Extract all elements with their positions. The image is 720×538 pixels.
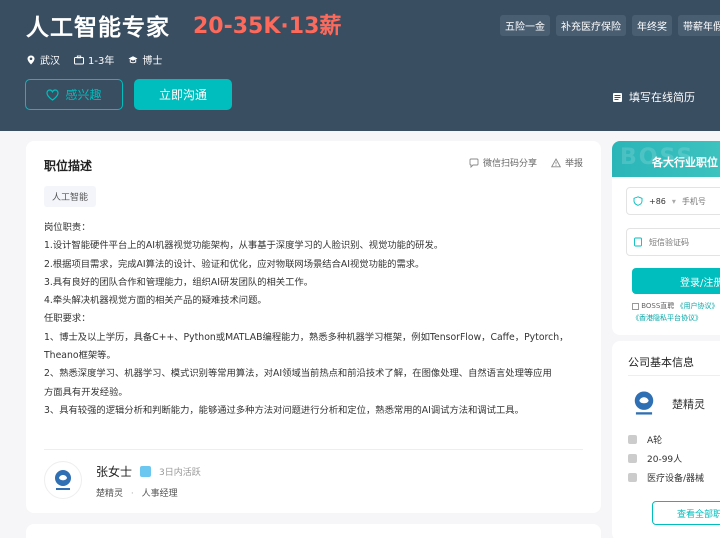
resume-label: 填写在线简历: [629, 91, 695, 104]
view-all-jobs-button[interactable]: 查看全部职位: [652, 501, 720, 525]
section-title: 职位描述: [44, 159, 93, 173]
degree-info: 博士: [128, 52, 162, 67]
register-header: BOSS 各大行业职位: [612, 141, 720, 177]
sms-code-field[interactable]: 短信验证码: [626, 228, 720, 256]
city-info: 武汉: [26, 52, 60, 67]
resume-icon: [613, 92, 622, 102]
description-line: 2、熟悉深度学习、机器学习、模式识别等常用算法，对AI领域当前热点和前沿技术了解…: [44, 368, 552, 380]
share-label: 微信扫码分享: [482, 159, 537, 169]
resume-link[interactable]: 填写在线简历: [612, 89, 695, 105]
report-label: 举报: [564, 159, 583, 169]
message-icon: [634, 237, 642, 247]
welfare-tag: 带薪年假: [678, 15, 720, 36]
description-line: 方面具有开发经验。: [44, 386, 128, 398]
city-label: 武汉: [40, 56, 60, 67]
phone-field[interactable]: +86 ▾ 手机号: [626, 187, 720, 215]
description-line: 3、具有较强的逻辑分析和判断能力，能够通过多种方法对问题进行分析和定位，熟悉常用…: [44, 404, 524, 416]
job-header: 人工智能专家 20-35K·13薪 五险一金 补充医疗保险 年终奖 带薪年假 武…: [0, 0, 720, 131]
privacy-agreement-link[interactable]: 《香港隐私平台协议》: [632, 314, 702, 322]
description-line: 1.设计智能硬件平台上的AI机器视觉功能架构，从事基于深度学习的人脸识别、视觉功…: [44, 240, 444, 252]
country-code[interactable]: +86: [649, 197, 666, 206]
register-title: 各大行业职位: [652, 156, 718, 169]
job-description-card: 职位描述 微信扫码分享 举报 人工智能 岗位职责： 1.设计智能硬件平台上的AI…: [26, 141, 601, 513]
skill-tag: 人工智能: [44, 186, 97, 207]
description-line: 岗位职责：: [44, 222, 91, 233]
company-logo-icon: [634, 391, 654, 415]
description-line: 任职要求：: [44, 313, 91, 325]
company-card: 公司基本信息 楚精灵 A轮 20-99人 医疗设备/器械 查看全部职位: [612, 341, 720, 538]
company-logo-icon: [55, 470, 71, 490]
description-actions: 微信扫码分享 举报: [469, 156, 583, 169]
user-agreement-link[interactable]: 《用户协议》: [677, 302, 719, 310]
agree-prefix: BOSS直聘: [641, 302, 675, 310]
company-logo[interactable]: [628, 387, 660, 419]
company-section-title: 公司基本信息: [628, 356, 694, 369]
chat-button[interactable]: 立即沟通: [134, 79, 232, 110]
phone-placeholder: 手机号: [681, 196, 706, 206]
job-description-text: 岗位职责： 1.设计智能硬件平台上的AI机器视觉功能架构，从事基于深度学习的人脸…: [44, 219, 589, 420]
graduation-cap-icon: [128, 55, 138, 63]
active-status: 3日内活跃: [159, 468, 201, 478]
recruiter-role: 人事经理: [141, 489, 178, 499]
agree-checkbox[interactable]: [632, 302, 639, 310]
welfare-tag: 补充医疗保险: [556, 15, 626, 36]
industry-icon: [628, 473, 637, 482]
company-size: 20-99人: [628, 452, 682, 465]
location-icon: [27, 55, 35, 64]
job-meta: 武汉 1-3年 博士: [26, 52, 162, 67]
welfare-tag: 年终奖: [632, 15, 672, 36]
interest-button[interactable]: 感兴趣: [25, 79, 123, 110]
recruiter-name-row: 张女士 3日内活跃: [96, 463, 201, 480]
recruiter-company: 楚精灵: [96, 489, 124, 499]
company-funding: A轮: [628, 433, 662, 446]
size-label: 20-99人: [647, 455, 683, 465]
chat-bubble-icon: [469, 158, 479, 168]
shield-icon: [633, 196, 643, 206]
separator: ·: [130, 489, 134, 499]
report-button[interactable]: 举报: [550, 156, 583, 169]
salary: 20-35K·13薪: [193, 14, 342, 39]
next-card: [26, 524, 601, 538]
agreement: BOSS直聘 《用户协议》 《香港隐私平台协议》: [632, 300, 719, 324]
verified-icon: [140, 466, 152, 477]
welfare-tag: 五险一金: [500, 15, 550, 36]
industry-label: 医疗设备/器械: [647, 474, 705, 484]
description-line: 3.具有良好的团队合作和管理能力，组织AI研发团队的相关工作。: [44, 276, 313, 288]
login-button[interactable]: 登录/注册: [632, 268, 720, 294]
company-name[interactable]: 楚精灵: [672, 396, 705, 412]
funding-icon: [628, 435, 637, 444]
experience-label: 1-3年: [88, 56, 115, 67]
funding-label: A轮: [647, 436, 663, 446]
job-title: 人工智能专家: [26, 15, 170, 41]
briefcase-icon: [74, 55, 84, 64]
degree-label: 博士: [142, 56, 163, 67]
heart-icon: [46, 88, 60, 101]
description-line: Theano框架等。: [44, 350, 116, 362]
chevron-down-icon: ▾: [671, 196, 676, 206]
description-line: 1、博士及以上学历，具备C++、Python或MATLAB编程能力，熟悉多种机器…: [44, 331, 569, 343]
description-line: 4.牵头解决机器视觉方面的相关产品的疑难技术问题。: [44, 295, 267, 307]
code-placeholder: 短信验证码: [649, 237, 689, 247]
company-industry: 医疗设备/器械: [628, 471, 704, 484]
divider: [44, 449, 583, 450]
welfare-tags: 五险一金 补充医疗保险 年终奖 带薪年假: [500, 15, 720, 36]
warning-icon: [550, 157, 561, 167]
wechat-share-button[interactable]: 微信扫码分享: [469, 156, 537, 169]
recruiter-avatar[interactable]: [44, 461, 82, 499]
register-card: BOSS 各大行业职位 +86 ▾ 手机号 短信验证码 登录/注册 BOSS直聘…: [612, 141, 720, 335]
interest-label: 感兴趣: [65, 88, 102, 102]
experience-info: 1-3年: [74, 52, 114, 67]
people-icon: [628, 454, 637, 463]
divider: [628, 375, 720, 376]
description-line: 2.根据项目需求，完成AI算法的设计、验证和优化，应对物联网场景结合AI视觉功能…: [44, 258, 425, 270]
recruiter-name: 张女士: [96, 465, 133, 479]
recruiter-info: 楚精灵 · 人事经理: [96, 486, 178, 499]
